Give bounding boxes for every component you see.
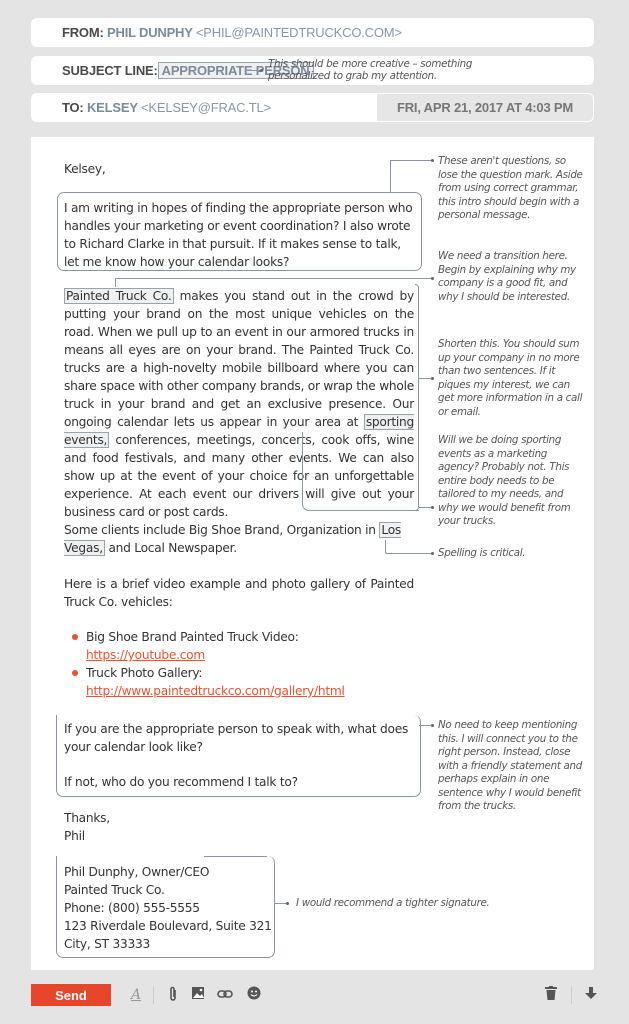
toolbar-separator [571, 986, 572, 1004]
link-label: Big Shoe Brand Painted Truck Video: [86, 630, 299, 644]
signature-line: City, ST 33333 [64, 937, 150, 951]
note-intro: These aren't questions, so lose the ques… [438, 155, 583, 221]
subject-connector-dot [260, 69, 263, 72]
trash-icon[interactable] [542, 986, 560, 1004]
from-label: FROM: [62, 25, 104, 40]
intro-paragraph: I am writing in hopes of finding the app… [64, 201, 413, 269]
gallery-link[interactable]: http://www.paintedtruckco.com/gallery/ht… [86, 684, 345, 698]
format-text-icon[interactable]: A [127, 986, 145, 1004]
spelling-connector [386, 553, 432, 554]
to-label: TO: [62, 100, 84, 115]
note-spelling: Spelling is critical. [438, 547, 526, 559]
compose-toolbar: Send A [31, 984, 601, 1006]
signoff-name: Phil [64, 829, 85, 843]
from-field: FROM: PHIL DUNPHY <PHIL@PAINTEDTRUCKCO.C… [31, 18, 594, 47]
links-list: Big Shoe Brand Painted Truck Video: http… [64, 628, 414, 700]
clients-text-2: and Local Newspaper. [104, 541, 237, 555]
note-sporting: Will we be doing sporting events as a ma… [438, 434, 571, 527]
attach-icon[interactable] [164, 986, 182, 1004]
image-icon[interactable] [189, 986, 207, 1004]
sporting-connector-dot [431, 506, 434, 509]
subject-note: This should be more creative – something… [268, 58, 473, 82]
video-intro: Here is a brief video example and photo … [64, 577, 414, 609]
link-icon[interactable] [216, 986, 234, 1004]
link-label: Truck Photo Gallery: [86, 666, 203, 680]
note-transition: We need a transition here. Begin by expl… [438, 250, 576, 303]
subject-connector [245, 70, 261, 71]
to-email: <KELSEY@FRAC.TL> [140, 100, 271, 115]
signature-line: 123 Riverdale Boulevard, Suite 321 [64, 919, 272, 933]
from-name: PHIL DUNPHY [107, 25, 193, 40]
more-options-icon[interactable] [582, 986, 600, 1004]
note-closing: No need to keep mentioning this. I will … [438, 719, 583, 812]
signature-frame-top [204, 856, 267, 857]
closing-connector-dot [431, 724, 434, 727]
note-signature: I would recommend a tighter signature. [296, 897, 490, 909]
clients-text-1: Some clients include Big Shoe Brand, Org… [64, 523, 380, 537]
spelling-connector-dot [431, 552, 434, 555]
company-name-highlight: Painted Truck Co. [64, 288, 174, 304]
body-text-part-2: conferences, meetings, concerts, cook of… [64, 433, 414, 519]
link-item: Truck Photo Gallery: http://www.paintedt… [72, 664, 414, 700]
body-text-part-1: makes you stand out in the crowd by putt… [64, 289, 414, 429]
link-item: Big Shoe Brand Painted Truck Video: http… [72, 628, 414, 664]
signature-connector-dot [286, 902, 289, 905]
transition-connector-dot [431, 277, 434, 280]
intro-connector-dot [431, 159, 434, 162]
closing-question-2: If not, who do you recommend I talk to? [64, 775, 298, 789]
shorten-connector-dot [431, 377, 434, 380]
closing-question: If you are the appropriate person to spe… [64, 722, 409, 754]
to-name: KELSEY [86, 100, 138, 115]
transition-connector-v [115, 278, 116, 287]
signature-line: Phil Dunphy, Owner/CEO [64, 865, 210, 879]
intro-connector-h [390, 160, 432, 161]
from-email: <PHIL@PAINTEDTRUCKCO.COM> [195, 25, 402, 40]
clients-paragraph: Some clients include Big Shoe Brand, Org… [64, 521, 414, 557]
subject-label: SUBJECT LINE: [62, 63, 158, 78]
video-link[interactable]: https://youtube.com [86, 648, 205, 662]
greeting: Kelsey, [64, 162, 106, 176]
signoff: Thanks, [64, 811, 110, 825]
emoji-icon[interactable] [245, 986, 263, 1004]
sent-date: FRI, APR 21, 2017 AT 4:03 PM [376, 93, 594, 122]
intro-connector-v [390, 160, 391, 192]
note-shorten: Shorten this. You should sum up your com… [438, 338, 583, 418]
body-paragraph: Painted Truck Co. makes you stand out in… [64, 287, 414, 521]
to-field: TO: KELSEY <KELSEY@FRAC.TL> FRI, APR 21,… [31, 93, 594, 122]
toolbar-separator [153, 986, 154, 1004]
transition-connector-h [115, 278, 432, 279]
send-button[interactable]: Send [31, 984, 111, 1006]
